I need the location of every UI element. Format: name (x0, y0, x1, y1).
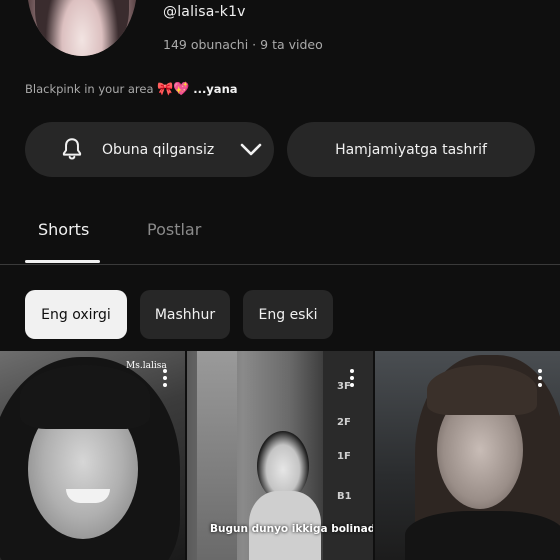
short-thumbnail[interactable] (375, 351, 560, 560)
video-count: 9 ta video (260, 37, 323, 52)
short-thumbnail[interactable]: 3F 2F 1F B1 Bugun dunyo ikkiga bolinadi.… (187, 351, 373, 560)
bell-icon (62, 138, 82, 160)
floor-label: B1 (337, 491, 352, 502)
thumbnail-caption: Bugun dunyo ikkiga bolinadi... (210, 523, 373, 535)
subscribed-button[interactable]: Obuna qilgansiz (25, 122, 274, 177)
floor-label: 2F (337, 417, 351, 428)
chevron-down-icon (240, 143, 262, 156)
visit-community-label: Hamjamiyatga tashrif (335, 141, 487, 158)
more-options-icon[interactable] (349, 369, 355, 389)
bio-text: Blackpink in your area (25, 82, 154, 96)
channel-handle: @lalisa-k1v (163, 4, 246, 20)
thumbnail-watermark: Ms.lalisa (126, 361, 167, 371)
subscriber-count: 149 obunachi (163, 37, 249, 52)
visit-community-button[interactable]: Hamjamiyatga tashrif (287, 122, 535, 177)
floor-label: 1F (337, 451, 351, 462)
tab-shorts[interactable]: Shorts (38, 220, 89, 239)
filter-chip-latest[interactable]: Eng oxirgi (25, 290, 127, 339)
active-tab-indicator (25, 260, 100, 263)
more-options-icon[interactable] (537, 369, 543, 389)
bio-more-link[interactable]: ...yana (193, 82, 237, 96)
stats-separator: · (252, 37, 257, 52)
bio-emojis: 🎀💖 (157, 82, 190, 97)
filter-chip-oldest[interactable]: Eng eski (243, 290, 333, 339)
filter-chip-popular[interactable]: Mashhur (140, 290, 230, 339)
subscribed-label: Obuna qilgansiz (102, 142, 215, 158)
channel-stats: 149 obunachi · 9 ta video (163, 37, 323, 52)
tabs-divider (0, 264, 560, 265)
short-thumbnail[interactable]: Ms.lalisa (0, 351, 185, 560)
channel-description[interactable]: Blackpink in your area 🎀💖 ...yana (25, 82, 238, 97)
tab-posts[interactable]: Postlar (147, 220, 201, 239)
more-options-icon[interactable] (162, 369, 168, 389)
channel-avatar[interactable] (27, 0, 137, 56)
